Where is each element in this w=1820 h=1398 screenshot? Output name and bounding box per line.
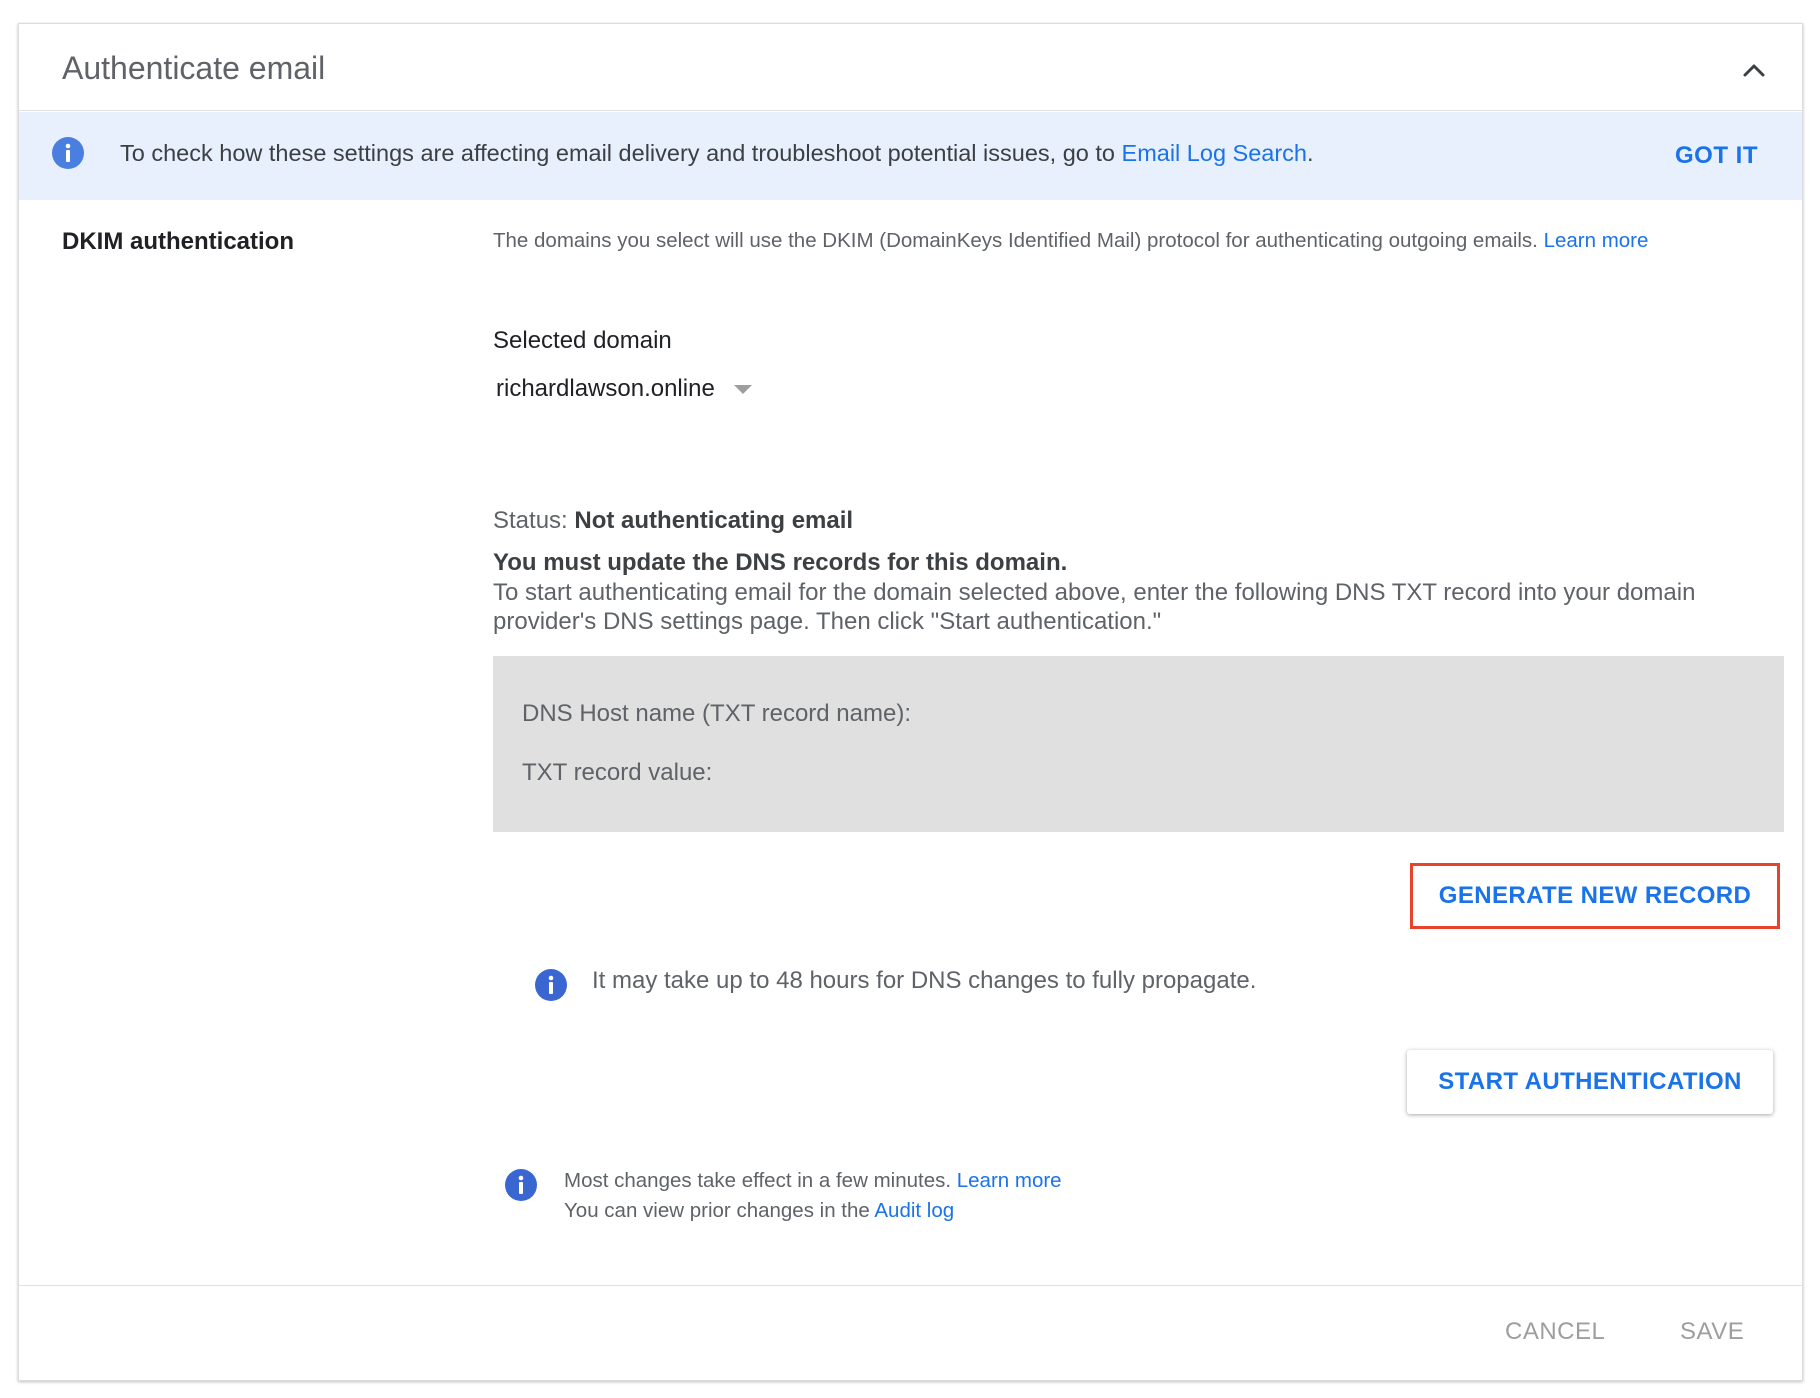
authenticate-email-card: Authenticate email To check how these se… — [18, 23, 1803, 1381]
status-value: Not authenticating email — [574, 507, 854, 534]
audit-log-link[interactable]: Audit log — [874, 1199, 954, 1222]
dkim-description: The domains you select will use the DKIM… — [493, 229, 1649, 252]
dkim-learn-more-link[interactable]: Learn more — [1544, 229, 1649, 252]
chevron-up-icon — [1743, 64, 1765, 77]
cancel-button[interactable]: CANCEL — [1505, 1312, 1605, 1352]
info-icon — [505, 1169, 537, 1201]
info-icon — [535, 969, 567, 1001]
info-banner: To check how these settings are affectin… — [19, 112, 1802, 200]
dns-instructions: To start authenticating email for the do… — [493, 579, 1696, 635]
txt-record-value-label: TXT record value: — [522, 759, 713, 786]
card-title: Authenticate email — [62, 50, 326, 86]
status-line: Status: Not authenticating email — [493, 507, 854, 534]
domain-dropdown[interactable]: richardlawson.online — [493, 369, 753, 409]
collapse-button[interactable] — [1734, 50, 1774, 90]
info-icon — [52, 137, 84, 169]
card-header[interactable]: Authenticate email — [19, 24, 1802, 111]
audit-log-note: You can view prior changes in the Audit … — [564, 1199, 955, 1222]
caret-down-icon — [733, 385, 752, 394]
changes-learn-more-link[interactable]: Learn more — [957, 1169, 1062, 1192]
dkim-section-label: DKIM authentication — [62, 228, 294, 255]
changes-note: Most changes take effect in a few minute… — [564, 1169, 1062, 1192]
save-button[interactable]: SAVE — [1680, 1312, 1744, 1352]
propagate-note: It may take up to 48 hours for DNS chang… — [592, 967, 1257, 994]
dns-record-box: DNS Host name (TXT record name): TXT rec… — [493, 656, 1784, 832]
domain-dropdown-value: richardlawson.online — [496, 375, 715, 402]
card-footer: CANCEL SAVE — [19, 1285, 1802, 1381]
start-authentication-button[interactable]: START AUTHENTICATION — [1407, 1050, 1773, 1114]
email-log-search-link[interactable]: Email Log Search — [1122, 140, 1308, 166]
selected-domain-label: Selected domain — [493, 327, 672, 354]
got-it-button[interactable]: GOT IT — [1675, 136, 1758, 176]
dns-host-name-label: DNS Host name (TXT record name): — [522, 700, 912, 727]
dns-warning: You must update the DNS records for this… — [493, 549, 1068, 576]
generate-new-record-button[interactable]: GENERATE NEW RECORD — [1410, 863, 1780, 929]
banner-message: To check how these settings are affectin… — [120, 140, 1314, 166]
